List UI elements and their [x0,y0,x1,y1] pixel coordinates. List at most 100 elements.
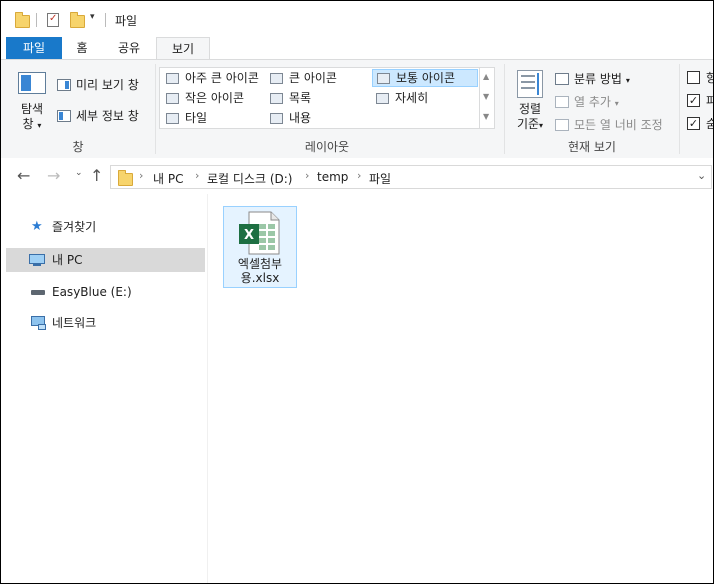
address-input[interactable]: › 내 PC › 로컬 디스크 (D:) › temp › 파일 ⌄ [110,165,712,189]
layout-group-label: 레이아웃 [304,140,350,154]
add-columns-label: 열 추가 [574,95,611,109]
group-separator [504,64,505,154]
layout-tiles[interactable]: 타일 [162,109,207,127]
content-icon [270,113,283,124]
group-by-label: 분류 방법 [574,72,622,86]
folder-icon [118,170,133,186]
sort-by-label-2: 기준 [516,117,540,131]
properties-icon[interactable]: ✓ [47,13,59,27]
medium-icons-icon [377,73,390,84]
checkbox-label: 파 [706,92,713,109]
layout-gallery: 아주 큰 아이콘 큰 아이콘 보통 아이콘 작은 아이콘 목록 자세히 타일 내… [159,67,495,129]
layout-gallery-scroll[interactable]: ▲ ▼ ▼ [479,68,494,128]
details-pane-button[interactable]: 세부 정보 창 [57,107,139,124]
quick-access-dropdown-icon[interactable]: ▾ [90,12,95,22]
computer-icon [29,254,45,264]
breadcrumb-separator-icon[interactable]: › [139,169,143,182]
chevron-down-icon: ▾ [37,121,42,130]
file-name: 엑셀첨부용.xlsx [237,257,283,285]
back-arrow-icon[interactable]: ← [17,166,30,185]
group-by-button[interactable]: 분류 방법 ▾ [555,70,630,87]
file-item[interactable]: X 엑셀첨부용.xlsx [223,206,297,288]
sort-by-button[interactable]: 정렬 기준▾ [511,102,549,133]
file-list: X 엑셀첨부용.xlsx [208,194,713,583]
pane-group-label: 창 [72,140,84,154]
details-pane-icon [57,110,71,122]
tiles-icon [166,113,179,124]
add-columns-icon [555,96,569,108]
layout-medium-icons[interactable]: 보통 아이콘 [372,69,478,87]
navigation-pane-button[interactable]: 탐색 창 ▾ [15,102,49,133]
preview-pane-icon [57,79,71,91]
current-view-group-label: 현재 보기 [568,140,616,154]
new-folder-icon[interactable] [70,12,85,28]
title-separator [105,13,106,27]
checkbox-item-check-boxes[interactable] [687,71,700,84]
checkbox-label: 숨 [706,115,713,132]
checkbox-label: 항 [706,69,713,86]
chevron-down-icon: ▾ [614,99,619,108]
nav-item-easyblue-drive[interactable]: EasyBlue (E:) [6,280,205,304]
navigation-pane: ★ 즐겨찾기 내 PC EasyBlue (E:) 네트워크 [1,194,208,583]
title-bar: ✓ ▾ 파일 [1,1,713,37]
layout-small-icons[interactable]: 작은 아이콘 [162,89,244,107]
checkbox-file-extensions[interactable]: ✓ [687,94,700,107]
preview-pane-label: 미리 보기 창 [76,78,139,92]
layout-list[interactable]: 목록 [266,89,311,107]
tab-file[interactable]: 파일 [6,37,62,59]
sort-by-label-1: 정렬 [518,102,542,116]
nav-item-network[interactable]: 네트워크 [6,311,205,335]
navigation-pane-icon[interactable] [18,72,46,94]
ribbon-tabs: 파일 홈 공유 보기 [1,37,713,61]
chevron-down-icon: ▾ [625,76,630,85]
group-by-icon [555,73,569,85]
layout-content[interactable]: 내용 [266,109,311,127]
address-bar-row: ← → ⌄ ↑ › 내 PC › 로컬 디스크 (D:) › temp › 파일… [1,158,713,194]
address-dropdown-icon[interactable]: ⌄ [697,169,706,182]
breadcrumb-separator-icon[interactable]: › [305,169,309,182]
group-separator [679,64,680,154]
breadcrumb-this-pc[interactable]: 내 PC [153,170,183,187]
recent-locations-chevron-icon[interactable]: ⌄ [75,168,83,178]
scroll-down-icon[interactable]: ▼ [483,92,489,101]
size-columns-button[interactable]: 모든 열 너비 조정 [555,116,663,133]
tab-share[interactable]: 공유 [105,37,153,59]
star-icon: ★ [31,219,43,234]
scroll-up-icon[interactable]: ▲ [483,72,489,81]
breadcrumb-temp[interactable]: temp [317,170,348,184]
checkbox-hidden-items[interactable]: ✓ [687,117,700,130]
breadcrumb-local-disk[interactable]: 로컬 디스크 (D:) [207,170,292,187]
forward-arrow-icon[interactable]: → [47,166,60,185]
title-separator [36,13,37,27]
tab-home[interactable]: 홈 [63,37,101,59]
ruler [1,1,713,7]
list-icon [270,93,283,104]
size-columns-label: 모든 열 너비 조정 [574,118,663,132]
layout-large-icons[interactable]: 큰 아이콘 [266,69,337,87]
large-icons-icon [270,73,283,84]
size-columns-icon [555,119,569,131]
nav-item-quick-access[interactable]: ★ 즐겨찾기 [6,215,205,239]
expand-gallery-icon[interactable]: ▼ [483,112,489,121]
nav-item-this-pc[interactable]: 내 PC [6,248,205,272]
breadcrumb-current[interactable]: 파일 [369,170,391,187]
preview-pane-button[interactable]: 미리 보기 창 [57,76,139,93]
sort-by-icon[interactable] [517,70,543,98]
group-separator [155,64,156,154]
svg-text:X: X [244,228,254,243]
navigation-pane-label-1: 탐색 [20,102,44,116]
add-columns-button[interactable]: 열 추가 ▾ [555,93,619,110]
tab-view[interactable]: 보기 [156,37,210,61]
ribbon: 탐색 창 ▾ 미리 보기 창 세부 정보 창 창 아주 큰 아이콘 큰 아이콘 … [1,59,713,159]
breadcrumb-separator-icon[interactable]: › [195,169,199,182]
layout-details[interactable]: 자세히 [372,89,428,107]
excel-file-icon: X [239,211,280,255]
explorer-window: ✓ ▾ 파일 파일 홈 공유 보기 탐색 창 ▾ 미리 보기 창 세부 정보 창… [0,0,714,584]
details-pane-label: 세부 정보 창 [76,109,139,123]
layout-extra-large-icons[interactable]: 아주 큰 아이콘 [162,69,259,87]
up-arrow-icon[interactable]: ↑ [90,166,103,185]
breadcrumb-separator-icon[interactable]: › [357,169,361,182]
window-title: 파일 [115,14,138,28]
navigation-pane-label-2: 창 [22,117,34,131]
drive-icon [31,290,45,295]
